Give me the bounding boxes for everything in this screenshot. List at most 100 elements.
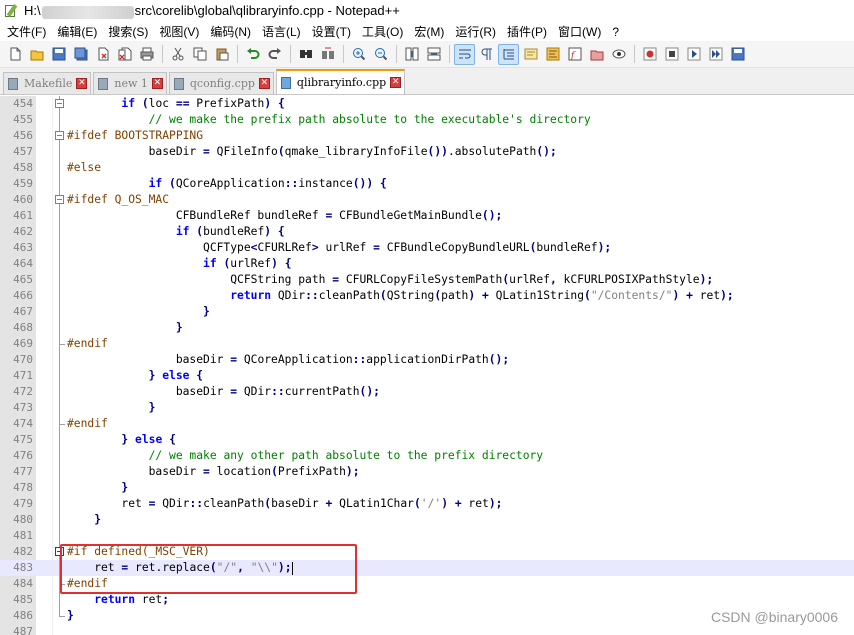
fold-toggle-icon[interactable] [55, 195, 64, 204]
zoom-out-icon[interactable] [370, 44, 391, 65]
close-tab-icon[interactable]: ✕ [258, 78, 270, 89]
code-line[interactable]: 466 return QDir::cleanPath(QString(path)… [0, 288, 854, 304]
sync-vertical-icon[interactable] [401, 44, 422, 65]
undo-icon[interactable] [242, 44, 263, 65]
save-icon[interactable] [48, 44, 69, 65]
show-all-chars-icon[interactable] [476, 44, 497, 65]
tab-qlibraryinfo-cpp[interactable]: qlibraryinfo.cpp ✕ [275, 69, 406, 94]
code-line[interactable]: 460 #ifdef Q_OS_MAC [0, 192, 854, 208]
menu-tools[interactable]: 工具(O) [359, 23, 411, 40]
redo-icon[interactable] [264, 44, 285, 65]
find-icon[interactable] [295, 44, 316, 65]
monitoring-icon[interactable] [608, 44, 629, 65]
code-line[interactable]: 481 [0, 528, 854, 544]
folder-workspace-icon[interactable] [586, 44, 607, 65]
code-line[interactable]: 463 QCFType<CFURLRef> urlRef = CFBundleC… [0, 240, 854, 256]
line-number: 469 [13, 337, 33, 350]
function-list-icon[interactable]: f [564, 44, 585, 65]
code-line[interactable]: 477 baseDir = location(PrefixPath); [0, 464, 854, 480]
new-file-icon[interactable] [4, 44, 25, 65]
tab-makefile[interactable]: Makefile ✕ [3, 72, 92, 94]
code-text: ret = QDir::cleanPath(baseDir + QLatin1C… [67, 497, 503, 510]
zoom-in-icon[interactable] [348, 44, 369, 65]
code-line[interactable]: 479 ret = QDir::cleanPath(baseDir + QLat… [0, 496, 854, 512]
code-line[interactable]: 459 if (QCoreApplication::instance()) { [0, 176, 854, 192]
tab-qconfig-cpp[interactable]: qconfig.cpp ✕ [168, 72, 274, 94]
menu-view[interactable]: 视图(V) [156, 23, 207, 40]
tab-new-1[interactable]: new 1 ✕ [93, 72, 167, 94]
open-file-icon[interactable] [26, 44, 47, 65]
play-macro-icon[interactable] [683, 44, 704, 65]
code-text: // we make any other path absolute to th… [148, 449, 544, 462]
code-line[interactable]: 461 CFBundleRef bundleRef = CFBundleGetM… [0, 208, 854, 224]
copy-icon[interactable] [189, 44, 210, 65]
save-macro-icon[interactable] [727, 44, 748, 65]
close-icon[interactable] [92, 44, 113, 65]
menu-macro[interactable]: 宏(M) [411, 23, 452, 40]
code-line[interactable]: 474 #endif [0, 416, 854, 432]
menu-window[interactable]: 窗口(W) [555, 23, 609, 40]
stop-record-icon[interactable] [661, 44, 682, 65]
code-text: if (loc == PrefixPath) { [121, 97, 285, 110]
code-line[interactable]: 457 baseDir = QFileInfo(qmake_libraryInf… [0, 144, 854, 160]
code-line[interactable]: 470 baseDir = QCoreApplication::applicat… [0, 352, 854, 368]
close-tab-icon[interactable]: ✕ [76, 78, 88, 89]
record-macro-icon[interactable] [639, 44, 660, 65]
doc-map-icon[interactable] [542, 44, 563, 65]
code-line[interactable]: 464 if (urlRef) { [0, 256, 854, 272]
line-number: 460 [13, 193, 33, 206]
code-line[interactable]: 469 #endif [0, 336, 854, 352]
code-line[interactable]: 473 } [0, 400, 854, 416]
code-line[interactable]: 454 if (loc == PrefixPath) { [0, 96, 854, 112]
code-line[interactable]: 465 QCFString path = CFURLCopyFileSystem… [0, 272, 854, 288]
menu-search[interactable]: 搜索(S) [105, 23, 156, 40]
user-lang-icon[interactable] [520, 44, 541, 65]
line-number: 487 [13, 625, 33, 635]
line-number: 459 [13, 177, 33, 190]
code-line[interactable]: 458 #else [0, 160, 854, 176]
paste-icon[interactable] [211, 44, 232, 65]
run-macro-multiple-icon[interactable] [705, 44, 726, 65]
code-line[interactable]: 455 // we make the prefix path absolute … [0, 112, 854, 128]
menu-run[interactable]: 运行(R) [452, 23, 504, 40]
close-all-icon[interactable] [114, 44, 135, 65]
code-line[interactable]: 478 } [0, 480, 854, 496]
menu-plugins[interactable]: 插件(P) [504, 23, 555, 40]
fold-toggle-icon[interactable] [55, 99, 64, 108]
code-line[interactable]: 467 } [0, 304, 854, 320]
cut-icon[interactable] [167, 44, 188, 65]
menu-encoding[interactable]: 编码(N) [207, 23, 259, 40]
code-line[interactable]: 487 [0, 624, 854, 635]
sync-horizontal-icon[interactable] [423, 44, 444, 65]
notepadpp-app-icon [4, 4, 18, 18]
save-all-icon[interactable] [70, 44, 91, 65]
code-line[interactable]: 468 } [0, 320, 854, 336]
code-line[interactable]: 462 if (bundleRef) { [0, 224, 854, 240]
code-line[interactable]: 471 } else { [0, 368, 854, 384]
menu-edit[interactable]: 编辑(E) [54, 23, 105, 40]
line-number: 458 [13, 161, 33, 174]
replace-icon[interactable] [317, 44, 338, 65]
code-line[interactable]: 476 // we make any other path absolute t… [0, 448, 854, 464]
close-tab-icon[interactable]: ✕ [390, 77, 402, 88]
code-text: } [67, 609, 74, 622]
word-wrap-icon[interactable] [454, 43, 475, 65]
file-icon [173, 77, 186, 90]
code-line[interactable]: 472 baseDir = QDir::currentPath(); [0, 384, 854, 400]
code-line[interactable]: 480 } [0, 512, 854, 528]
menu-help[interactable]: ? [609, 25, 627, 39]
menu-language[interactable]: 语言(L) [259, 23, 309, 40]
toolbar-separator [343, 45, 344, 63]
indent-guide-icon[interactable] [498, 43, 519, 65]
menu-settings[interactable]: 设置(T) [309, 23, 359, 40]
code-line[interactable]: 485 return ret; [0, 592, 854, 608]
code-line[interactable]: 456 #ifdef BOOTSTRAPPING [0, 128, 854, 144]
line-number: 474 [13, 417, 33, 430]
close-tab-icon[interactable]: ✕ [151, 78, 163, 89]
line-number: 480 [13, 513, 33, 526]
print-icon[interactable] [136, 44, 157, 65]
menu-file[interactable]: 文件(F) [4, 23, 54, 40]
code-line[interactable]: 475 } else { [0, 432, 854, 448]
line-number: 456 [13, 129, 33, 142]
fold-toggle-icon[interactable] [55, 131, 64, 140]
